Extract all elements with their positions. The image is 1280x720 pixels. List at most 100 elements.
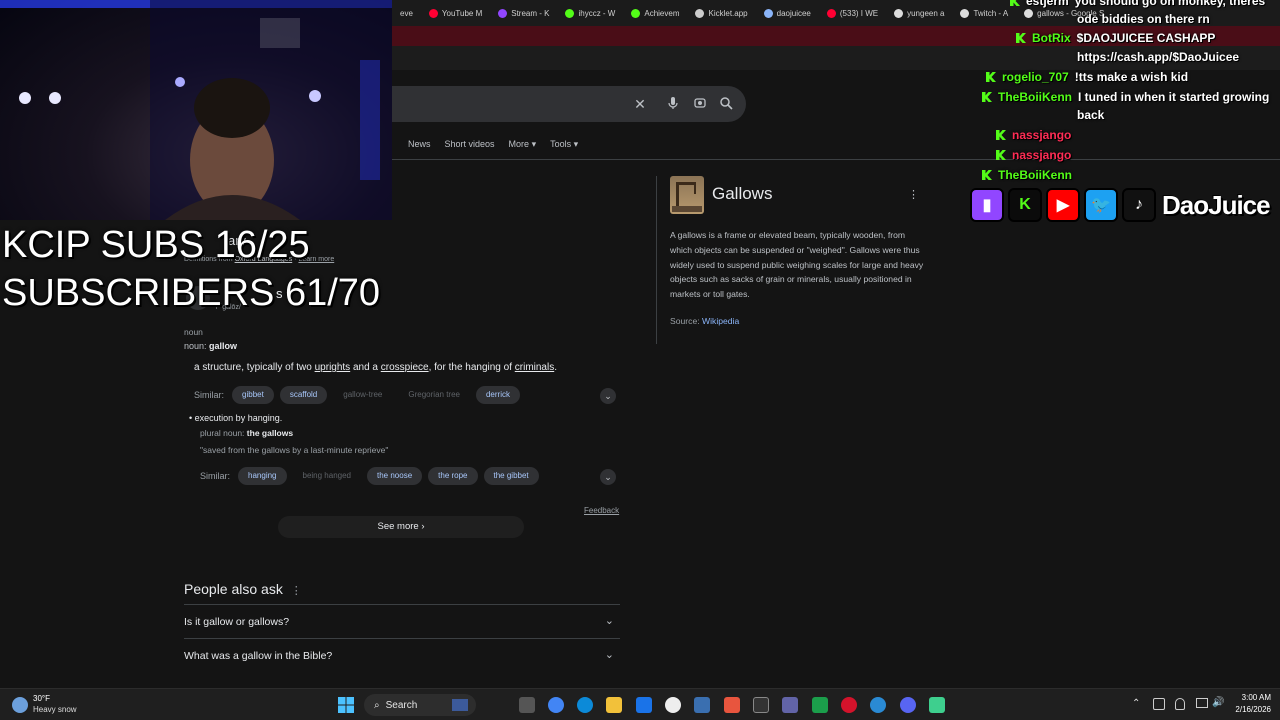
monitor-icon[interactable] bbox=[1196, 698, 1208, 708]
mic-icon[interactable] bbox=[665, 96, 681, 112]
favicon-icon bbox=[631, 8, 641, 18]
browser-tab[interactable]: daojuicee bbox=[756, 0, 819, 26]
filter-short-videos[interactable]: Short videos bbox=[445, 139, 495, 150]
divider bbox=[184, 604, 620, 605]
favicon-icon bbox=[565, 8, 575, 18]
favicon-icon bbox=[498, 8, 508, 18]
more-options-icon[interactable]: ⋮ bbox=[908, 188, 919, 201]
chat-text: ode biddies on there rn bbox=[1077, 12, 1210, 26]
volume-icon[interactable]: 🔊 bbox=[1212, 697, 1224, 708]
chat-username[interactable]: estjerm bbox=[1026, 0, 1069, 8]
weather-desc[interactable]: Heavy snow bbox=[33, 705, 77, 714]
paa-question[interactable]: What was a gallow in the Bible? ⌄ bbox=[184, 642, 620, 670]
wikipedia-link[interactable]: Wikipedia bbox=[702, 316, 739, 326]
favicon-icon bbox=[894, 8, 904, 18]
gallows-thumbnail[interactable] bbox=[670, 176, 704, 214]
favicon-icon bbox=[763, 8, 773, 18]
browser-tab[interactable]: ihyccz - W bbox=[557, 0, 623, 26]
uprights-link[interactable]: uprights bbox=[315, 362, 351, 373]
twitter-icon: 🐦 bbox=[1084, 188, 1118, 222]
similar-chip[interactable]: the rope bbox=[428, 467, 478, 485]
chevron-down-icon[interactable]: ⌄ bbox=[600, 388, 616, 404]
app-icon[interactable] bbox=[870, 697, 886, 713]
kick-badge-icon bbox=[982, 92, 992, 102]
mic-icon[interactable] bbox=[1175, 698, 1185, 710]
filter-tools[interactable]: Tools ▾ bbox=[550, 139, 578, 150]
weather-temp[interactable]: 30°F bbox=[33, 694, 50, 703]
discord-icon[interactable] bbox=[900, 697, 916, 713]
feedback-link[interactable]: Feedback bbox=[584, 506, 619, 515]
browser-tab[interactable]: yungeen a bbox=[886, 0, 952, 26]
favicon-icon bbox=[428, 8, 438, 18]
app-icon[interactable] bbox=[724, 697, 740, 713]
app-icon[interactable] bbox=[694, 697, 710, 713]
file-explorer-icon[interactable] bbox=[606, 697, 622, 713]
app-icon[interactable] bbox=[929, 697, 945, 713]
task-view-icon[interactable] bbox=[519, 697, 535, 713]
chevron-down-icon[interactable]: ⌄ bbox=[600, 469, 616, 485]
close-icon[interactable]: ✕ bbox=[632, 96, 648, 112]
start-button[interactable] bbox=[338, 697, 354, 713]
filter-more[interactable]: More ▾ bbox=[509, 139, 537, 150]
similar-chip[interactable]: Gregorian tree bbox=[398, 386, 470, 404]
weather-icon[interactable] bbox=[12, 697, 28, 713]
browser-tab[interactable]: Kicklet.app bbox=[687, 0, 755, 26]
twitch-icon: ▮ bbox=[970, 188, 1004, 222]
opera-icon[interactable] bbox=[841, 697, 857, 713]
chat-username[interactable]: BotRix bbox=[1032, 31, 1071, 45]
outlook-icon[interactable] bbox=[636, 697, 652, 713]
browser-tab[interactable]: Achievem bbox=[623, 0, 687, 26]
crosspiece-link[interactable]: crosspiece bbox=[381, 362, 429, 373]
browser-tab[interactable]: (533) I WE bbox=[819, 0, 886, 26]
chat-text: https://cash.app/$DaoJuicee bbox=[1077, 50, 1240, 64]
clock-date[interactable]: 2/16/2026 bbox=[1231, 705, 1271, 714]
chat-text: you should go on monkey, theres bbox=[1074, 0, 1266, 8]
obs-icon[interactable] bbox=[665, 697, 681, 713]
clock-time[interactable]: 3:00 AM bbox=[1231, 693, 1271, 702]
kick-badge-icon bbox=[1016, 33, 1026, 43]
chat-username[interactable]: TheBoiiKenn bbox=[998, 90, 1072, 104]
favicon-icon bbox=[695, 8, 705, 18]
search-input[interactable]: ✕ bbox=[392, 86, 746, 122]
browser-tab[interactable]: Stream - K bbox=[490, 0, 557, 26]
chat-username[interactable]: TheBoiiKenn bbox=[998, 168, 1072, 182]
similar-chip[interactable]: derrick bbox=[475, 386, 520, 404]
camera-icon[interactable] bbox=[692, 96, 708, 112]
chat-message: TheBoiiKenn bbox=[982, 168, 1078, 182]
similar-chip[interactable]: gibbet bbox=[232, 386, 274, 404]
divider bbox=[656, 176, 657, 344]
chat-username[interactable]: rogelio_707 bbox=[1002, 70, 1069, 84]
similar-chip[interactable]: gallow-tree bbox=[333, 386, 392, 404]
paa-question[interactable]: Is it gallow or gallows? ⌄ bbox=[184, 608, 620, 636]
similar-chip[interactable]: hanging bbox=[238, 467, 287, 485]
chat-username[interactable]: nassjango bbox=[1012, 148, 1071, 162]
chevron-down-icon: ⌄ bbox=[604, 649, 614, 661]
tray-icon[interactable] bbox=[1153, 698, 1165, 710]
chrome-icon[interactable] bbox=[548, 697, 564, 713]
edge-icon[interactable] bbox=[577, 697, 593, 713]
similar-chip[interactable]: being hanged bbox=[293, 467, 362, 485]
browser-tab[interactable]: Twitch - A bbox=[952, 0, 1016, 26]
divider bbox=[392, 159, 1280, 160]
chat-username[interactable]: nassjango bbox=[1012, 128, 1071, 142]
teams-icon[interactable] bbox=[782, 697, 798, 713]
knowledge-panel-source: Source: Wikipedia bbox=[670, 316, 740, 326]
taskbar-search[interactable]: ⌕ Search bbox=[364, 694, 476, 716]
filter-news[interactable]: News bbox=[408, 139, 431, 150]
chevron-up-icon[interactable]: ⌃ bbox=[1132, 698, 1140, 709]
chevron-down-icon: ⌄ bbox=[604, 615, 614, 627]
chat-message: nassjango bbox=[996, 128, 1077, 142]
similar-chip[interactable]: the gibbet bbox=[483, 467, 539, 485]
search-icon[interactable] bbox=[718, 96, 734, 112]
more-options-icon[interactable]: ⋮ bbox=[291, 585, 302, 597]
criminals-link[interactable]: criminals bbox=[515, 362, 554, 373]
noun-form: noun: gallow bbox=[184, 341, 238, 351]
knowledge-panel-title: Gallows bbox=[712, 184, 773, 203]
similar-chip[interactable]: scaffold bbox=[279, 386, 328, 404]
see-more-button[interactable]: See more › bbox=[278, 516, 524, 538]
similar-chip[interactable]: the noose bbox=[367, 467, 423, 485]
terminal-icon[interactable] bbox=[753, 697, 769, 713]
app-icon[interactable] bbox=[812, 697, 828, 713]
browser-tab[interactable]: YouTube M bbox=[421, 0, 490, 26]
browser-tab[interactable]: eve bbox=[392, 0, 421, 26]
